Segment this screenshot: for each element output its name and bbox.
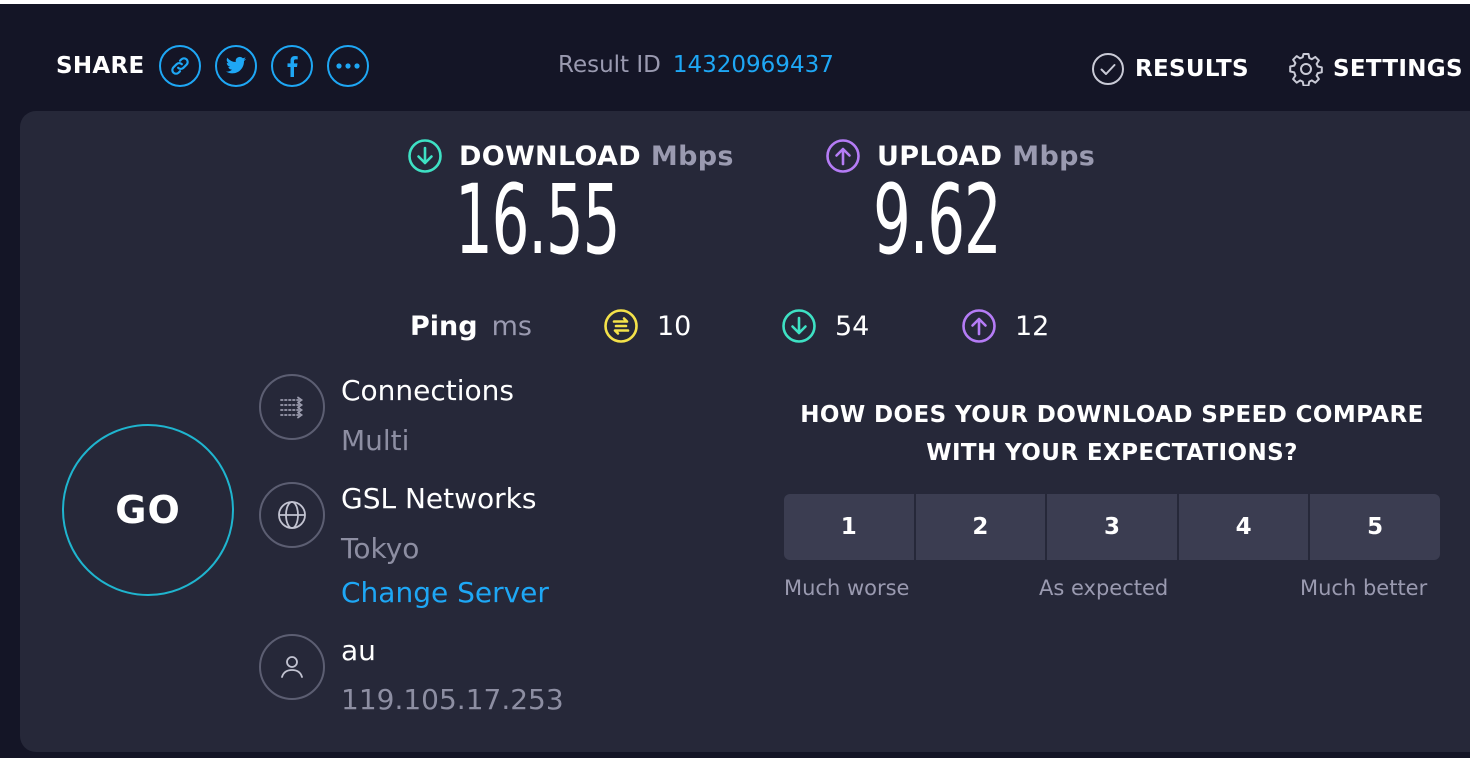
jitter-icon bbox=[604, 309, 638, 343]
go-button[interactable]: GO bbox=[62, 424, 234, 596]
rating-button-1[interactable]: 1 bbox=[784, 494, 916, 560]
provider-name: au bbox=[341, 634, 376, 667]
link-icon bbox=[170, 57, 189, 75]
upload-arrow-icon bbox=[826, 139, 860, 173]
globe-icon bbox=[278, 501, 306, 529]
ping-idle-value: 10 bbox=[657, 310, 692, 342]
server-name: GSL Networks bbox=[341, 482, 537, 515]
rating-button-5[interactable]: 5 bbox=[1310, 494, 1440, 560]
ping-download: 54 bbox=[781, 306, 869, 346]
download-unit: Mbps bbox=[650, 140, 734, 172]
rating-button-4[interactable]: 4 bbox=[1178, 494, 1311, 560]
connections-value[interactable]: Multi bbox=[341, 424, 409, 457]
more-icon bbox=[335, 63, 360, 69]
results-label: RESULTS bbox=[1135, 56, 1249, 82]
provider-icon-wrap bbox=[259, 634, 325, 700]
compare-question: HOW DOES YOUR DOWNLOAD SPEED COMPARE WIT… bbox=[784, 396, 1440, 472]
share-twitter-button[interactable] bbox=[214, 45, 257, 87]
share-facebook-button[interactable] bbox=[270, 45, 313, 87]
ping-upload: 12 bbox=[961, 306, 1049, 346]
server-icon-wrap bbox=[259, 482, 325, 548]
ping-unit: ms bbox=[491, 310, 532, 342]
check-circle-icon bbox=[1092, 53, 1124, 85]
rating-low-label: Much worse bbox=[784, 576, 910, 600]
connections-icon bbox=[280, 396, 304, 419]
result-id-link[interactable]: 14320969437 bbox=[673, 52, 834, 78]
share-more-button[interactable] bbox=[326, 45, 369, 87]
results-button[interactable]: RESULTS bbox=[1091, 52, 1249, 86]
upload-unit: Mbps bbox=[1012, 140, 1096, 172]
download-arrow-icon bbox=[782, 309, 816, 343]
twitter-icon bbox=[225, 56, 246, 74]
settings-label: SETTINGS bbox=[1333, 56, 1463, 82]
share-label: SHARE bbox=[56, 53, 145, 79]
provider-ip: 119.105.17.253 bbox=[341, 683, 564, 716]
compare-question-line1: HOW DOES YOUR DOWNLOAD SPEED COMPARE bbox=[800, 402, 1424, 428]
gear-icon bbox=[1289, 53, 1323, 86]
ping-upload-value: 12 bbox=[1015, 310, 1050, 342]
download-speed-value: 16.55 bbox=[455, 164, 620, 276]
connections-icon-wrap[interactable] bbox=[259, 374, 325, 440]
download-arrow-icon bbox=[408, 139, 442, 173]
rating-scale: 1 2 3 4 5 bbox=[784, 494, 1440, 560]
change-server-link[interactable]: Change Server bbox=[341, 576, 549, 609]
upload-arrow-icon bbox=[962, 309, 996, 343]
upload-speed-value: 9.62 bbox=[873, 164, 1002, 276]
compare-question-line2: WITH YOUR EXPECTATIONS? bbox=[926, 440, 1298, 466]
share-bar: SHARE bbox=[56, 44, 383, 88]
rating-mid-label: As expected bbox=[1039, 576, 1169, 600]
user-icon bbox=[281, 656, 303, 678]
result-id-label: Result ID bbox=[558, 52, 661, 78]
server-location: Tokyo bbox=[341, 532, 420, 565]
share-link-button[interactable] bbox=[158, 45, 201, 87]
rating-button-3[interactable]: 3 bbox=[1047, 494, 1179, 560]
settings-button[interactable]: SETTINGS bbox=[1289, 52, 1463, 86]
header: SHARE Result ID 14320969437 RESULTS SETT… bbox=[0, 0, 1470, 110]
rating-button-2[interactable]: 2 bbox=[915, 494, 1048, 560]
result-id: Result ID 14320969437 bbox=[558, 52, 834, 78]
ping-idle: 10 bbox=[603, 306, 691, 346]
facebook-icon bbox=[287, 56, 298, 77]
ping-download-value: 54 bbox=[835, 310, 870, 342]
connections-title: Connections bbox=[341, 374, 515, 407]
ping-heading: Ping ms bbox=[410, 306, 532, 346]
rating-high-label: Much better bbox=[1300, 576, 1428, 600]
ping-label: Ping bbox=[410, 310, 478, 342]
